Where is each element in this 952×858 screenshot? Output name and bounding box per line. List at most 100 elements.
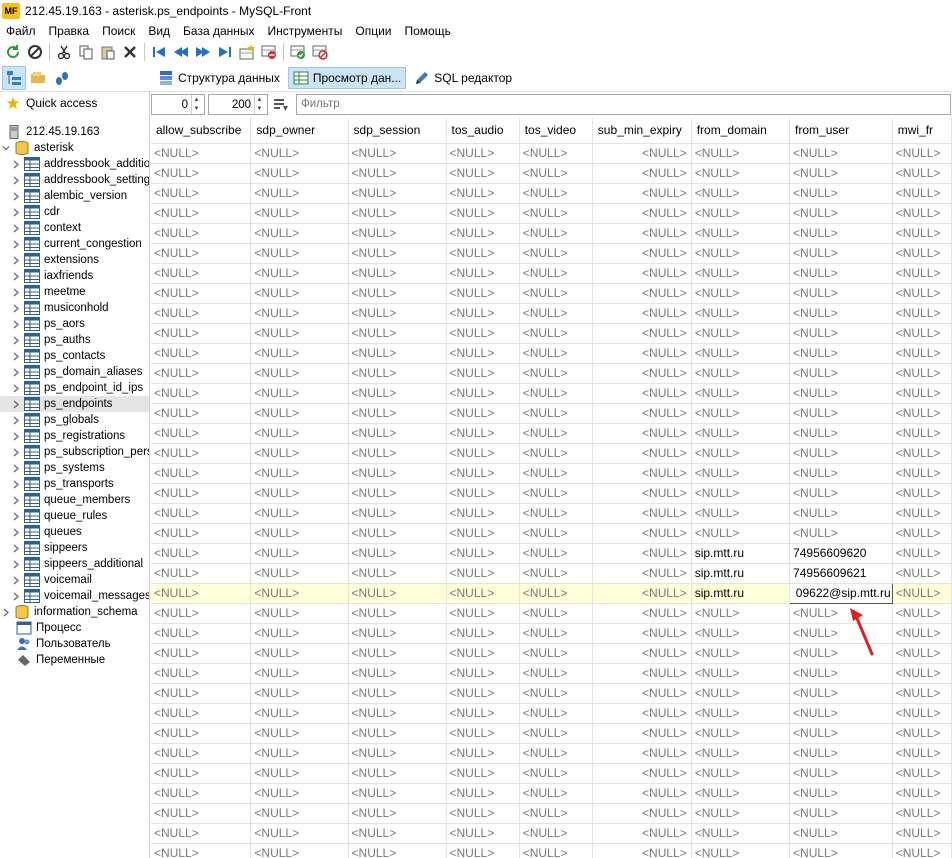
last-record-icon[interactable] bbox=[214, 41, 236, 63]
table-row[interactable]: <NULL> <NULL> <NULL> <NULL> <NULL> <NULL> <NUL… bbox=[151, 743, 952, 764]
table-row[interactable]: <NULL> <NULL> <NULL> <NULL> <NULL> <NULL> <NUL… bbox=[151, 343, 952, 364]
cell-mwi-fr[interactable]: <NULL> bbox=[892, 303, 952, 324]
tree-table-ps-auths[interactable]: ps_auths bbox=[12, 332, 91, 348]
quick-access[interactable]: Quick access bbox=[6, 96, 97, 110]
cell-sub-min-expiry[interactable]: <NULL> bbox=[592, 803, 692, 824]
cell-sub-min-expiry[interactable]: <NULL> bbox=[592, 703, 692, 724]
cell-tos-video[interactable]: <NULL> bbox=[519, 503, 593, 524]
table-row[interactable]: <NULL> <NULL> <NULL> <NULL> <NULL> <NULL> <NUL… bbox=[151, 263, 952, 284]
cell-allow-subscribe[interactable]: <NULL> bbox=[151, 243, 252, 264]
cell-allow-subscribe[interactable]: <NULL> bbox=[151, 663, 252, 684]
cell-tos-video[interactable]: <NULL> bbox=[519, 823, 593, 844]
cell-allow-subscribe[interactable]: <NULL> bbox=[151, 743, 252, 764]
cell-sdp-owner[interactable]: <NULL> bbox=[250, 143, 349, 164]
cell-sdp-session[interactable]: <NULL> bbox=[348, 723, 447, 744]
cell-from-user[interactable]: <NULL> bbox=[789, 783, 893, 804]
cell-allow-subscribe[interactable]: <NULL> bbox=[151, 723, 252, 744]
chevron-right-icon[interactable] bbox=[12, 460, 20, 476]
cell-from-user[interactable]: <NULL> bbox=[789, 143, 893, 164]
cell-from-domain[interactable]: <NULL> bbox=[691, 323, 791, 344]
table-row[interactable]: <NULL> <NULL> <NULL> <NULL> <NULL> <NULL> <NUL… bbox=[151, 683, 952, 704]
cell-sdp-session[interactable]: <NULL> bbox=[348, 323, 447, 344]
cell-from-user[interactable]: 74956609621 bbox=[789, 563, 893, 584]
tree-table-musiconhold[interactable]: musiconhold bbox=[12, 300, 109, 316]
cell-tos-video[interactable]: <NULL> bbox=[519, 283, 593, 304]
cell-from-user[interactable]: <NULL> bbox=[789, 703, 893, 724]
filter-input[interactable]: Фильтр bbox=[296, 94, 951, 115]
cell-mwi-fr[interactable]: <NULL> bbox=[892, 263, 952, 284]
table-row[interactable]: <NULL> <NULL> <NULL> <NULL> <NULL> <NULL> <NUL… bbox=[151, 763, 952, 784]
cell-sdp-session[interactable]: <NULL> bbox=[348, 703, 447, 724]
cell-sdp-owner[interactable]: <NULL> bbox=[250, 503, 349, 524]
cell-mwi-fr[interactable]: <NULL> bbox=[892, 683, 952, 704]
post-record-icon[interactable] bbox=[287, 41, 309, 63]
table-row[interactable]: <NULL> <NULL> <NULL> <NULL> <NULL> <NULL> <NUL… bbox=[151, 403, 952, 424]
cell-allow-subscribe[interactable]: <NULL> bbox=[151, 463, 252, 484]
cell-mwi-fr[interactable]: <NULL> bbox=[892, 643, 952, 664]
tree-table-ps-globals[interactable]: ps_globals bbox=[12, 412, 99, 428]
cell-tos-audio[interactable]: <NULL> bbox=[446, 143, 520, 164]
table-row[interactable]: <NULL> <NULL> <NULL> <NULL> <NULL> <NULL> sip.… bbox=[151, 582, 952, 604]
table-row[interactable]: <NULL> <NULL> <NULL> <NULL> <NULL> <NULL> <NUL… bbox=[151, 843, 952, 858]
cell-allow-subscribe[interactable]: <NULL> bbox=[151, 523, 252, 544]
cell-from-domain[interactable]: <NULL> bbox=[691, 503, 791, 524]
cell-from-domain[interactable]: <NULL> bbox=[691, 343, 791, 364]
cell-from-domain[interactable]: <NULL> bbox=[691, 643, 791, 664]
cell-tos-video[interactable]: <NULL> bbox=[519, 263, 593, 284]
table-row[interactable]: <NULL> <NULL> <NULL> <NULL> <NULL> <NULL> <NUL… bbox=[151, 483, 952, 504]
column-header-from-user[interactable]: from_user bbox=[789, 118, 893, 144]
cell-tos-audio[interactable]: <NULL> bbox=[446, 743, 520, 764]
folder-icon[interactable] bbox=[26, 66, 50, 90]
column-header-from-domain[interactable]: from_domain bbox=[691, 118, 791, 144]
cell-from-domain[interactable]: <NULL> bbox=[691, 443, 791, 464]
cell-allow-subscribe[interactable]: <NULL> bbox=[151, 303, 252, 324]
chevron-right-icon[interactable] bbox=[12, 252, 20, 268]
cell-tos-audio[interactable]: <NULL> bbox=[446, 263, 520, 284]
cell-tos-audio[interactable]: <NULL> bbox=[446, 623, 520, 644]
cell-sdp-session[interactable]: <NULL> bbox=[348, 503, 447, 524]
cell-from-user[interactable]: <NULL> bbox=[789, 663, 893, 684]
cell-sdp-owner[interactable]: <NULL> bbox=[250, 323, 349, 344]
limit-spinner[interactable]: 200 ▲ ▼ bbox=[208, 94, 268, 115]
stop-icon[interactable] bbox=[24, 41, 46, 63]
cell-tos-audio[interactable]: <NULL> bbox=[446, 223, 520, 244]
cell-sub-min-expiry[interactable]: <NULL> bbox=[592, 503, 692, 524]
cut-icon[interactable] bbox=[53, 41, 75, 63]
cell-sdp-session[interactable]: <NULL> bbox=[348, 683, 447, 704]
table-row[interactable]: <NULL> <NULL> <NULL> <NULL> <NULL> <NULL> <NUL… bbox=[151, 183, 952, 204]
cell-allow-subscribe[interactable]: <NULL> bbox=[151, 563, 252, 584]
cell-sdp-session[interactable]: <NULL> bbox=[348, 483, 447, 504]
cell-tos-video[interactable]: <NULL> bbox=[519, 383, 593, 404]
cell-sdp-session[interactable]: <NULL> bbox=[348, 343, 447, 364]
cell-allow-subscribe[interactable]: <NULL> bbox=[151, 503, 252, 524]
cell-sdp-owner[interactable]: <NULL> bbox=[250, 363, 349, 384]
cell-tos-audio[interactable]: <NULL> bbox=[446, 643, 520, 664]
table-row[interactable]: <NULL> <NULL> <NULL> <NULL> <NULL> <NULL> <NUL… bbox=[151, 703, 952, 724]
tree-host[interactable]: 212.45.19.163 bbox=[6, 124, 100, 140]
table-row[interactable]: <NULL> <NULL> <NULL> <NULL> <NULL> <NULL> <NUL… bbox=[151, 723, 952, 744]
limit-toggle-icon[interactable] bbox=[270, 94, 292, 116]
cell-sub-min-expiry[interactable]: <NULL> bbox=[592, 163, 692, 184]
cell-from-user[interactable]: <NULL> bbox=[789, 503, 893, 524]
cell-allow-subscribe[interactable]: <NULL> bbox=[151, 583, 252, 604]
menu-tools[interactable]: Инструменты bbox=[262, 22, 350, 40]
tree-variables[interactable]: Переменные bbox=[16, 652, 105, 668]
cell-sdp-owner[interactable]: <NULL> bbox=[250, 703, 349, 724]
table-row[interactable]: <NULL> <NULL> <NULL> <NULL> <NULL> <NULL> <NUL… bbox=[151, 463, 952, 484]
cell-mwi-fr[interactable]: <NULL> bbox=[892, 823, 952, 844]
cell-sdp-owner[interactable]: <NULL> bbox=[250, 563, 349, 584]
cell-tos-video[interactable]: <NULL> bbox=[519, 523, 593, 544]
cell-tos-audio[interactable]: <NULL> bbox=[446, 183, 520, 204]
chevron-right-icon[interactable] bbox=[12, 476, 20, 492]
cell-sub-min-expiry[interactable]: <NULL> bbox=[592, 563, 692, 584]
table-row[interactable]: <NULL> <NULL> <NULL> <NULL> <NULL> <NULL> <NUL… bbox=[151, 503, 952, 524]
cell-from-user[interactable]: <NULL> bbox=[789, 723, 893, 744]
tree-table-ps-registrations[interactable]: ps_registrations bbox=[12, 428, 125, 444]
tree-table-ps-subscription-persistence[interactable]: ps_subscription_persistence bbox=[12, 444, 149, 460]
spinner-arrows[interactable]: ▲ ▼ bbox=[191, 95, 201, 114]
cell-allow-subscribe[interactable]: <NULL> bbox=[151, 223, 252, 244]
chevron-right-icon[interactable] bbox=[12, 380, 20, 396]
cell-sub-min-expiry[interactable]: <NULL> bbox=[592, 243, 692, 264]
table-row[interactable]: <NULL> <NULL> <NULL> <NULL> <NULL> <NULL> <NUL… bbox=[151, 603, 952, 624]
cell-from-domain[interactable]: <NULL> bbox=[691, 403, 791, 424]
